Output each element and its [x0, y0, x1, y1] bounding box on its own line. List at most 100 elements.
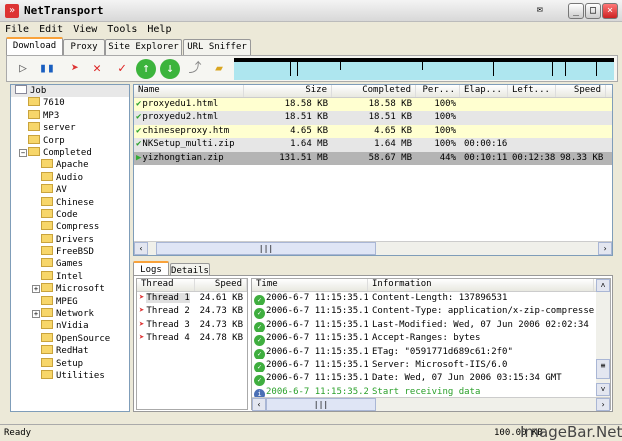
- tree-item[interactable]: Games: [11, 258, 129, 270]
- table-row[interactable]: ✔chineseproxy.htm 4.65 KB 4.65 KB 100%: [134, 124, 612, 139]
- thread-row[interactable]: ➤ Thread 3 24.73 KB: [137, 319, 247, 332]
- column-header[interactable]: Time: [252, 279, 368, 291]
- tree-item[interactable]: Corp: [11, 134, 129, 147]
- thread-row[interactable]: ➤ Thread 1 24.61 KB: [137, 292, 247, 305]
- tree-item-label: Audio: [56, 172, 84, 183]
- check-icon[interactable]: ✓: [112, 59, 132, 79]
- tab-site-explorer[interactable]: Site Explorer: [105, 39, 182, 55]
- table-row[interactable]: ✔proxyedu1.html 18.58 KB 18.58 KB 100%: [134, 98, 612, 112]
- horizontal-scrollbar[interactable]: ‹ ||| ›: [134, 241, 612, 255]
- tab-proxy[interactable]: Proxy: [63, 39, 105, 55]
- move-up-icon[interactable]: ↑: [136, 59, 156, 79]
- tree-item[interactable]: 7610: [11, 97, 129, 109]
- folder-icon: [41, 369, 53, 379]
- folder-icon: [41, 258, 53, 268]
- scroll-left-button[interactable]: ‹: [134, 242, 148, 255]
- table-row[interactable]: ✔NKSetup_multi.zip 1.64 MB 1.64 MB 100% 00:0…: [134, 138, 612, 152]
- column-header[interactable]: Size: [244, 85, 332, 97]
- folder-icon[interactable]: ▰: [209, 59, 229, 79]
- column-header[interactable]: Speed: [195, 279, 247, 291]
- column-header[interactable]: Per...: [416, 85, 460, 97]
- tree-item[interactable]: Compress: [11, 221, 129, 233]
- file-name: yizhongtian.zip: [142, 152, 224, 163]
- table-row[interactable]: ✔proxyedu2.html 18.51 KB 18.51 KB 100%: [134, 111, 612, 125]
- move-down-icon[interactable]: ↓: [160, 59, 180, 79]
- tree-item[interactable]: Setup: [11, 357, 129, 370]
- cell: 18.51 KB: [368, 112, 412, 123]
- collapse-icon[interactable]: −: [19, 148, 27, 157]
- menu-view[interactable]: View: [68, 22, 102, 37]
- tree-item[interactable]: Chinese: [11, 196, 129, 209]
- menu-file[interactable]: File: [0, 22, 34, 37]
- tray-icon[interactable]: ✉: [530, 3, 550, 19]
- log-time-text: 2006-6-7 11:15:35.140: [266, 373, 368, 384]
- tree-item[interactable]: Job: [11, 85, 129, 98]
- tree-item[interactable]: MPEG: [11, 295, 129, 308]
- tree-item[interactable]: MP3: [11, 109, 129, 122]
- pause-icon[interactable]: ▮▮: [37, 59, 57, 79]
- table-row[interactable]: ▶yizhongtian.zip 131.51 MB 58.67 MB 44% 00:1…: [134, 151, 612, 165]
- open-icon[interactable]: ⤴: [185, 59, 205, 79]
- tree-item[interactable]: Utilities: [11, 369, 129, 382]
- thread-header: Thread Speed: [137, 279, 247, 292]
- tree-item[interactable]: AV: [11, 184, 129, 196]
- scroll-right-button[interactable]: ›: [596, 398, 610, 411]
- column-header[interactable]: Completed: [332, 85, 416, 97]
- thread-row[interactable]: ➤ Thread 2 24.73 KB: [137, 305, 247, 318]
- folder-icon: [41, 184, 53, 194]
- scroll-thumb[interactable]: |||: [156, 242, 376, 255]
- minimize-button[interactable]: _: [568, 3, 584, 19]
- thread-name: ➤ Thread 2: [137, 305, 195, 318]
- tree-item[interactable]: + Microsoft: [11, 283, 129, 295]
- column-header[interactable]: Left...: [508, 85, 556, 97]
- close-button[interactable]: ×: [602, 3, 618, 19]
- thread-row[interactable]: ➤ Thread 4 24.78 KB: [137, 332, 247, 345]
- expand-icon[interactable]: +: [32, 285, 40, 294]
- column-header[interactable]: Name: [134, 85, 244, 97]
- tree-item[interactable]: nVidia: [11, 320, 129, 332]
- completed-check-icon: ✔: [136, 99, 142, 109]
- menu-tools[interactable]: Tools: [102, 22, 142, 37]
- log-time: ✓2006-6-7 11:15:35.140: [252, 305, 368, 319]
- scroll-down-button[interactable]: ˅: [596, 383, 610, 396]
- new-job-icon[interactable]: ➤: [65, 59, 85, 79]
- tree-item[interactable]: server: [11, 122, 129, 134]
- tree-item[interactable]: RedHat: [11, 345, 129, 357]
- scroll-up-button[interactable]: ˄: [596, 279, 610, 292]
- tree-item[interactable]: OpenSource: [11, 332, 129, 345]
- tab-logs[interactable]: Logs: [133, 261, 169, 276]
- column-header[interactable]: Speed: [556, 85, 606, 97]
- tree-item[interactable]: FreeBSD: [11, 246, 129, 258]
- tree-item[interactable]: Code: [11, 208, 129, 221]
- tree-item[interactable]: Audio: [11, 171, 129, 184]
- column-header[interactable]: Elap...: [460, 85, 508, 97]
- tree-item[interactable]: − Completed: [11, 146, 129, 159]
- horizontal-scrollbar[interactable]: ‹ ||| ›: [252, 397, 610, 411]
- tab-url-sniffer[interactable]: URL Sniffer: [183, 39, 251, 55]
- vertical-scrollbar[interactable]: ˄ ≡ ˅: [596, 279, 610, 397]
- tree-item[interactable]: Drivers: [11, 233, 129, 246]
- scroll-left-button[interactable]: ‹: [252, 398, 266, 411]
- scroll-thumb[interactable]: |||: [266, 398, 376, 411]
- delete-icon[interactable]: ✕: [87, 59, 107, 79]
- thread-name: ➤ Thread 3: [137, 319, 195, 332]
- cell: [556, 125, 606, 138]
- tree-item[interactable]: + Network: [11, 308, 129, 320]
- tree-item-label: 7610: [43, 98, 65, 109]
- start-icon[interactable]: ▷: [13, 59, 33, 79]
- tree-item[interactable]: Apache: [11, 159, 129, 171]
- menu-help[interactable]: Help: [142, 22, 176, 37]
- tab-download[interactable]: Download: [6, 37, 63, 55]
- cell: [508, 98, 556, 111]
- column-header[interactable]: Thread: [137, 279, 195, 291]
- column-header[interactable]: Information: [368, 279, 594, 291]
- menu-edit[interactable]: Edit: [34, 22, 68, 37]
- expand-icon[interactable]: +: [32, 310, 40, 319]
- scroll-thumb[interactable]: ≡: [596, 359, 610, 379]
- tree-item-label: Apache: [56, 160, 89, 171]
- maximize-button[interactable]: □: [585, 3, 601, 19]
- tree-item[interactable]: Intel: [11, 270, 129, 283]
- tree-item-label: AV: [56, 185, 67, 196]
- scroll-right-button[interactable]: ›: [598, 242, 612, 255]
- cell: 1.64 MB: [290, 139, 328, 150]
